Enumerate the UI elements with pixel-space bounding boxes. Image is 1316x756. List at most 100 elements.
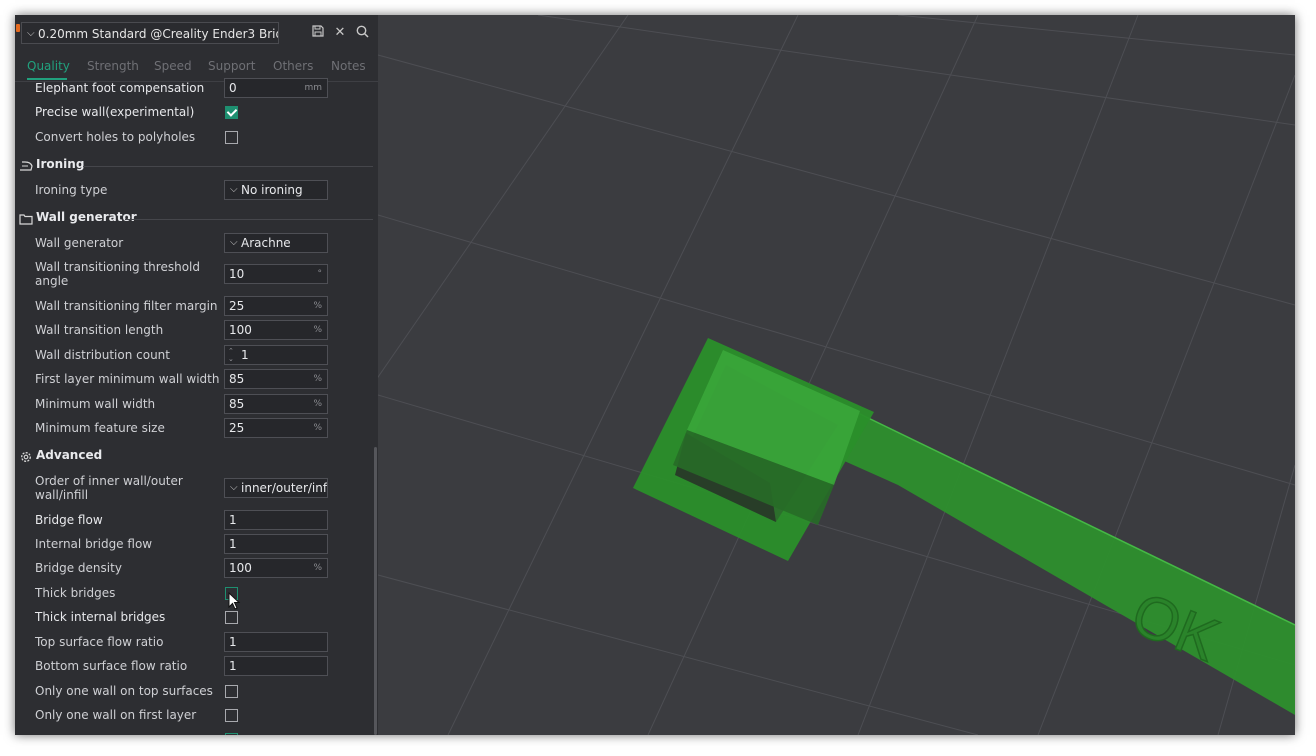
wall-generator-dropdown[interactable]: ⌵ Arachne (224, 233, 328, 253)
one-wall-top-checkbox[interactable] (225, 685, 238, 698)
elephant-foot-value: 0 (229, 81, 237, 95)
min-wall-width-value: 85 (229, 397, 245, 411)
precise-wall-checkbox[interactable] (225, 106, 238, 119)
thick-internal-bridges-checkbox[interactable] (225, 611, 238, 624)
model-bar-edge (857, 412, 1295, 626)
section-title: Wall generator (36, 210, 137, 224)
wall-order-value: inner/outer/infill (241, 481, 328, 495)
unit-label: % (313, 301, 322, 311)
transition-length-input[interactable]: 100 % (224, 320, 328, 340)
bridge-flow-label: Bridge flow (35, 513, 103, 527)
active-tab-indicator (27, 78, 67, 80)
distribution-count-label: Wall distribution count (35, 348, 170, 362)
wall-generator-value: Arachne (241, 236, 291, 250)
panel-scrollbar[interactable] (374, 447, 377, 735)
ironing-type-value: No ironing (241, 183, 303, 197)
bridge-flow-value: 1 (229, 513, 237, 527)
unit-label: ° (317, 269, 323, 279)
filter-margin-input[interactable]: 25 % (224, 296, 328, 316)
settings-panel: ⌵ 0.20mm Standard @Creality Ender3 Bridg… (15, 15, 378, 735)
one-wall-first-checkbox[interactable] (225, 709, 238, 722)
chevron-down-icon: ⌵ (230, 184, 238, 195)
unit-label: % (313, 374, 322, 384)
next-row-checkbox[interactable] (225, 733, 238, 735)
stepper-arrows-icon[interactable]: ⌃ ⌄ (228, 347, 234, 363)
tab-support[interactable]: Support (208, 59, 255, 73)
transition-length-value: 100 (229, 323, 252, 337)
min-wall-width-input[interactable]: 85 % (224, 394, 328, 414)
first-layer-min-width-value: 85 (229, 372, 245, 386)
bottom-surface-flow-label: Bottom surface flow ratio (35, 659, 188, 673)
min-feature-size-value: 25 (229, 421, 245, 435)
ironing-icon (20, 161, 33, 171)
tab-strength[interactable]: Strength (87, 59, 139, 73)
distribution-count-stepper[interactable]: ⌃ ⌄ 1 (224, 345, 328, 365)
printer-indicator (16, 24, 20, 32)
top-surface-flow-value: 1 (229, 635, 237, 649)
search-icon[interactable] (354, 25, 370, 41)
transition-length-label: Wall transition length (35, 323, 164, 337)
unit-label: % (313, 563, 322, 573)
bottom-surface-flow-input[interactable]: 1 (224, 656, 328, 676)
one-wall-top-label: Only one wall on top surfaces (35, 684, 213, 698)
bridge-flow-input[interactable]: 1 (224, 510, 328, 530)
preset-label: 0.20mm Standard @Creality Ender3 Bridge … (38, 27, 278, 41)
divider (83, 166, 373, 167)
min-feature-size-input[interactable]: 25 % (224, 418, 328, 438)
bottom-surface-flow-value: 1 (229, 659, 237, 673)
internal-bridge-flow-value: 1 (229, 537, 237, 551)
wall-order-dropdown[interactable]: ⌵ inner/outer/infill (224, 478, 328, 498)
unit-label: mm (304, 83, 322, 93)
advanced-gear-icon (21, 452, 31, 462)
chevron-down-icon: ⌵ (27, 28, 35, 39)
build-plate[interactable]: OK (378, 15, 1295, 735)
elephant-foot-label: Elephant foot compensation (35, 81, 205, 95)
elephant-foot-input[interactable]: 0 mm (224, 78, 328, 98)
internal-bridge-flow-label: Internal bridge flow (35, 537, 153, 551)
top-surface-flow-label: Top surface flow ratio (35, 635, 164, 649)
min-feature-size-label: Minimum feature size (35, 421, 165, 435)
threshold-angle-input[interactable]: 10 ° (224, 264, 328, 284)
folder-icon (19, 214, 33, 225)
polyholes-checkbox[interactable] (225, 131, 238, 144)
chevron-down-icon: ⌵ (230, 237, 238, 248)
thick-bridges-label: Thick bridges (35, 586, 116, 600)
internal-bridge-flow-input[interactable]: 1 (224, 534, 328, 554)
wall-order-label: Order of inner wall/outer wall/infill (35, 474, 183, 502)
tab-speed[interactable]: Speed (154, 59, 192, 73)
unit-label: % (313, 399, 322, 409)
preset-dropdown[interactable]: ⌵ 0.20mm Standard @Creality Ender3 Bridg… (21, 22, 279, 44)
unit-label: % (313, 325, 322, 335)
section-title: Advanced (36, 448, 103, 462)
unit-label: % (313, 423, 322, 433)
divider (125, 219, 373, 220)
bridge-density-input[interactable]: 100 % (224, 558, 328, 578)
mouse-cursor-icon (228, 592, 241, 610)
section-title: Ironing (36, 157, 85, 171)
model-bar (786, 395, 1295, 715)
top-surface-flow-input[interactable]: 1 (224, 632, 328, 652)
polyholes-label: Convert holes to polyholes (35, 130, 196, 144)
ironing-type-dropdown[interactable]: ⌵ No ironing (224, 180, 328, 200)
threshold-angle-value: 10 (229, 267, 245, 281)
precise-wall-label: Precise wall(experimental) (35, 105, 195, 119)
tab-quality[interactable]: Quality (27, 59, 70, 73)
threshold-angle-label: Wall transitioning threshold angle (35, 260, 200, 288)
thick-internal-bridges-label: Thick internal bridges (35, 610, 166, 624)
bridge-density-value: 100 (229, 561, 252, 575)
app-window: ⌵ 0.20mm Standard @Creality Ender3 Bridg… (15, 15, 1295, 735)
filter-margin-label: Wall transitioning filter margin (35, 299, 218, 313)
save-icon[interactable] (310, 25, 326, 41)
wall-generator-label: Wall generator (35, 236, 124, 250)
first-layer-min-width-label: First layer minimum wall width (35, 372, 220, 386)
one-wall-first-label: Only one wall on first layer (35, 708, 197, 722)
first-layer-min-width-input[interactable]: 85 % (224, 369, 328, 389)
bridge-density-label: Bridge density (35, 561, 122, 575)
tab-others[interactable]: Others (273, 59, 313, 73)
min-wall-width-label: Minimum wall width (35, 397, 156, 411)
tab-notes[interactable]: Notes (331, 59, 366, 73)
3d-viewport[interactable]: OK (378, 15, 1295, 735)
filter-margin-value: 25 (229, 299, 245, 313)
ironing-type-label: Ironing type (35, 183, 108, 197)
close-icon[interactable]: ✕ (332, 25, 348, 41)
